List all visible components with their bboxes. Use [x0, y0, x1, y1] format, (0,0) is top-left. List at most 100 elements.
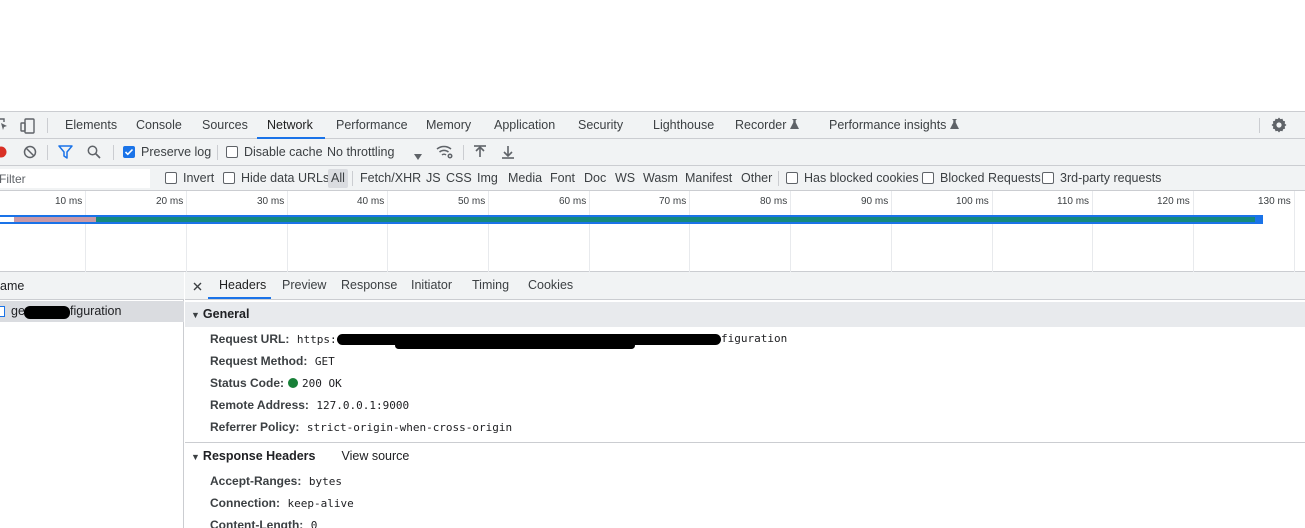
- invert-checkbox[interactable]: [165, 172, 177, 184]
- timeline-tick-label: 60 ms: [559, 196, 587, 207]
- general-section-header[interactable]: ▼ General: [185, 302, 1305, 327]
- timeline-gridline: [689, 191, 690, 272]
- hide-data-urls-label[interactable]: Hide data URLs: [241, 166, 329, 190]
- blocked-requests-label[interactable]: Blocked Requests: [940, 166, 1041, 190]
- request-method-name: Request Method:: [210, 354, 308, 368]
- device-toolbar-icon[interactable]: [20, 118, 36, 137]
- filter-type-manifest[interactable]: Manifest: [682, 169, 735, 188]
- tab-bar-divider-right: [1259, 118, 1260, 133]
- clear-icon[interactable]: [23, 145, 37, 162]
- filter-type-img[interactable]: Img: [474, 169, 501, 188]
- timeline-gridline: [1092, 191, 1093, 272]
- network-conditions-wifi-icon[interactable]: [436, 144, 454, 163]
- filter-funnel-icon[interactable]: [58, 145, 73, 162]
- timeline-gridline: [488, 191, 489, 272]
- tab-sources[interactable]: Sources: [202, 112, 248, 139]
- network-overview-timeline[interactable]: 10 ms 20 ms 30 ms 40 ms 50 ms 60 ms 70 ms 80 ms…: [0, 191, 1305, 272]
- tab-memory[interactable]: Memory: [426, 112, 471, 139]
- filter-type-doc[interactable]: Doc: [581, 169, 609, 188]
- view-source-link[interactable]: View source: [341, 449, 409, 463]
- third-party-requests-checkbox[interactable]: [1042, 172, 1054, 184]
- request-details-pane: Headers Preview Response Initiator Timin…: [185, 272, 1305, 528]
- close-icon[interactable]: [193, 280, 202, 294]
- disable-cache-label[interactable]: Disable cache: [244, 139, 323, 165]
- timeline-gridline: [186, 191, 187, 272]
- request-method-row: Request Method: GET: [210, 350, 335, 372]
- timeline-gridline: [1294, 191, 1295, 272]
- disable-cache-checkbox[interactable]: [226, 146, 238, 158]
- hide-data-urls-checkbox[interactable]: [223, 172, 235, 184]
- tab-bar-divider: [47, 118, 48, 133]
- tab-performance[interactable]: Performance: [336, 112, 408, 139]
- status-code-name: Status Code:: [210, 376, 285, 390]
- settings-gear-icon[interactable]: [1271, 117, 1287, 136]
- throttling-select[interactable]: No throttling: [327, 139, 394, 165]
- filter-type-font[interactable]: Font: [547, 169, 578, 188]
- tab-network[interactable]: Network: [257, 112, 325, 139]
- preserve-log-checkbox[interactable]: [123, 146, 135, 158]
- experimental-flask-icon: [790, 112, 800, 139]
- status-code-value: 200 OK: [302, 377, 342, 390]
- request-row[interactable]: ge figuration: [0, 301, 184, 322]
- collapse-triangle-icon: ▼: [191, 310, 200, 320]
- timeline-gridline: [85, 191, 86, 272]
- experimental-flask-icon: [950, 112, 960, 139]
- accept-ranges-value: bytes: [308, 475, 342, 488]
- tab-lighthouse[interactable]: Lighthouse: [653, 112, 714, 139]
- timeline-gridline: [1193, 191, 1194, 272]
- preserve-log-label[interactable]: Preserve log: [141, 139, 211, 165]
- name-column-header[interactable]: ame: [0, 272, 184, 300]
- blocked-requests-checkbox[interactable]: [922, 172, 934, 184]
- export-har-download-icon[interactable]: [502, 145, 514, 162]
- timeline-gridline: [891, 191, 892, 272]
- has-blocked-cookies-label[interactable]: Has blocked cookies: [804, 166, 919, 190]
- filter-type-fetch-xhr[interactable]: Fetch/XHR: [357, 169, 424, 188]
- timeline-tick-label: 120 ms: [1157, 196, 1190, 207]
- filter-type-other[interactable]: Other: [738, 169, 775, 188]
- has-blocked-cookies-checkbox[interactable]: [786, 172, 798, 184]
- timeline-tick-label: 20 ms: [156, 196, 184, 207]
- tab-console[interactable]: Console: [136, 112, 182, 139]
- tab-application[interactable]: Application: [494, 112, 555, 139]
- tab-security[interactable]: Security: [578, 112, 623, 139]
- tab-response[interactable]: Response: [341, 272, 397, 299]
- status-code-row: Status Code: 200 OK: [210, 372, 342, 394]
- toolbar-divider: [463, 145, 464, 160]
- filter-type-all[interactable]: All: [328, 169, 348, 188]
- filter-type-media[interactable]: Media: [505, 169, 545, 188]
- third-party-requests-label[interactable]: 3rd-party requests: [1060, 166, 1161, 190]
- record-stop-icon[interactable]: [0, 146, 7, 161]
- filter-type-js[interactable]: JS: [423, 169, 444, 188]
- inspect-element-icon[interactable]: [0, 118, 8, 135]
- invert-label[interactable]: Invert: [183, 166, 214, 190]
- accept-ranges-name: Accept-Ranges:: [210, 474, 302, 488]
- response-headers-section-header[interactable]: ▼ Response Headers View source: [185, 444, 1305, 469]
- accept-ranges-row: Accept-Ranges: bytes: [210, 470, 342, 492]
- tab-preview[interactable]: Preview: [282, 272, 326, 299]
- tab-timing[interactable]: Timing: [472, 272, 509, 299]
- connection-row: Connection: keep-alive: [210, 492, 354, 514]
- tab-headers[interactable]: Headers: [208, 272, 271, 299]
- filter-type-css[interactable]: CSS: [443, 169, 475, 188]
- tab-recorder[interactable]: Recorder: [735, 112, 800, 139]
- tab-initiator[interactable]: Initiator: [411, 272, 452, 299]
- filter-divider: [778, 171, 779, 186]
- timeline-gridline: [992, 191, 993, 272]
- import-har-upload-icon[interactable]: [474, 145, 486, 162]
- tab-performance-insights[interactable]: Performance insights: [829, 112, 960, 139]
- tab-elements[interactable]: Elements: [65, 112, 117, 139]
- referrer-policy-name: Referrer Policy:: [210, 420, 300, 434]
- filter-type-wasm[interactable]: Wasm: [640, 169, 681, 188]
- timeline-tick-label: 90 ms: [861, 196, 889, 207]
- chevron-down-icon[interactable]: [414, 149, 422, 163]
- tab-cookies[interactable]: Cookies: [528, 272, 573, 299]
- network-toolbar: Preserve log Disable cache No throttling: [0, 139, 1305, 166]
- request-url-value-start: https:: [296, 333, 337, 346]
- timeline-gridline: [387, 191, 388, 272]
- remote-address-name: Remote Address:: [210, 398, 309, 412]
- search-icon[interactable]: [87, 145, 101, 162]
- content-length-row: Content-Length: 0: [210, 514, 317, 528]
- filter-type-ws[interactable]: WS: [612, 169, 638, 188]
- filter-input[interactable]: [0, 169, 150, 188]
- timeline-tick-label: 40 ms: [357, 196, 385, 207]
